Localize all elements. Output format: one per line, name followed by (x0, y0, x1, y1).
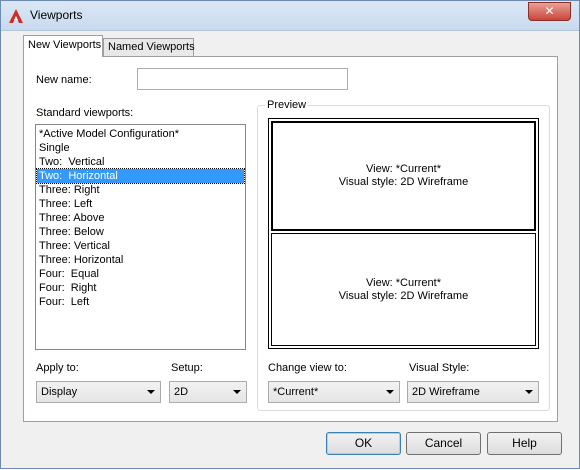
list-item[interactable]: *Active Model Configuration* (36, 127, 245, 141)
preview-viewport-top[interactable]: View: *Current* Visual style: 2D Wirefra… (271, 121, 536, 231)
list-item[interactable]: Three: Right (36, 183, 245, 197)
list-item[interactable]: Three: Below (36, 225, 245, 239)
preview-viewport-bottom[interactable]: View: *Current* Visual style: 2D Wirefra… (271, 233, 536, 346)
chevron-down-icon (147, 390, 155, 394)
apply-to-dropdown[interactable]: Display (36, 381, 161, 403)
new-name-input[interactable] (137, 68, 348, 90)
apply-to-value: Display (41, 386, 78, 398)
visual-style-value: 2D Wireframe (412, 386, 480, 398)
change-view-to-value: *Current* (273, 386, 319, 398)
list-item[interactable]: Four: Right (36, 281, 245, 295)
visual-style-label: Visual Style: (409, 362, 470, 374)
chevron-down-icon (233, 390, 241, 394)
visual-style-dropdown[interactable]: 2D Wireframe (407, 381, 539, 403)
standard-viewports-label: Standard viewports: (36, 107, 134, 119)
list-item[interactable]: Four: Left (36, 295, 245, 309)
apply-to-label: Apply to: (36, 362, 79, 374)
viewport-view-text: View: *Current* (366, 277, 441, 289)
new-name-label: New name: (36, 74, 92, 86)
chevron-down-icon (525, 390, 533, 394)
chevron-down-icon (386, 390, 394, 394)
list-item[interactable]: Two: Vertical (36, 155, 245, 169)
change-view-to-dropdown[interactable]: *Current* (268, 381, 400, 403)
standard-viewports-list[interactable]: *Active Model Configuration* Single Two:… (35, 124, 246, 350)
setup-label: Setup: (171, 362, 203, 374)
list-item[interactable]: Single (36, 141, 245, 155)
list-item[interactable]: Four: Equal (36, 267, 245, 281)
list-item[interactable]: Three: Left (36, 197, 245, 211)
viewports-dialog: Viewports ✕ New Viewports Named Viewport… (0, 0, 580, 469)
preview-area: View: *Current* Visual style: 2D Wirefra… (268, 118, 539, 349)
change-view-to-label: Change view to: (268, 362, 347, 374)
viewport-view-text: View: *Current* (366, 163, 441, 175)
list-item[interactable]: Three: Vertical (36, 239, 245, 253)
setup-value: 2D (174, 386, 189, 398)
viewport-style-text: Visual style: 2D Wireframe (338, 290, 469, 302)
setup-dropdown[interactable]: 2D (169, 381, 247, 403)
list-item[interactable]: Three: Horizontal (36, 253, 245, 267)
list-item-selected[interactable]: Two: Horizontal (36, 168, 245, 184)
preview-label: Preview (265, 99, 309, 111)
list-item[interactable]: Three: Above (36, 211, 245, 225)
viewport-style-text: Visual style: 2D Wireframe (338, 176, 469, 188)
